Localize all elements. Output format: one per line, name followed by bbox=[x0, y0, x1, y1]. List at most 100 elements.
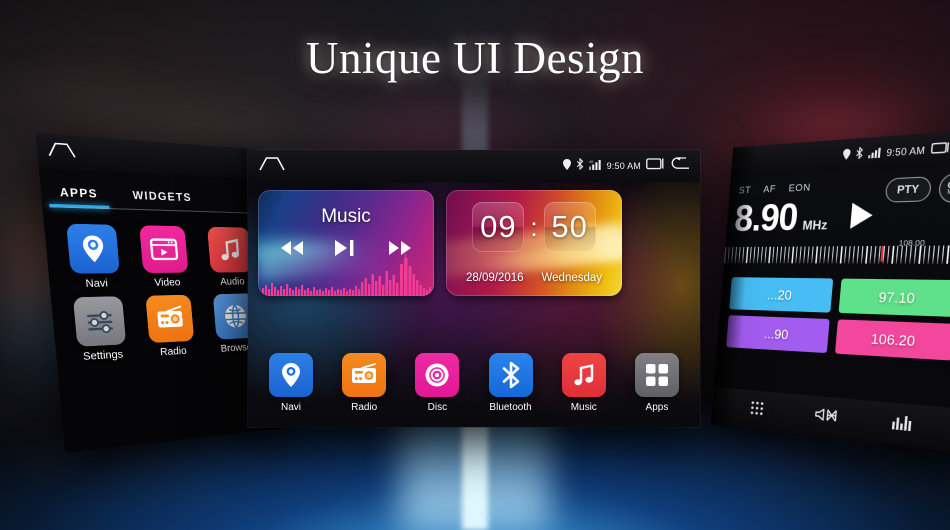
app-item-video[interactable]: Video bbox=[130, 225, 199, 289]
signal-bars-icon: 4G bbox=[588, 157, 602, 175]
clock-date: 28/09/2016 bbox=[465, 272, 524, 284]
scale-major-ticks bbox=[723, 245, 950, 264]
disc-icon bbox=[415, 353, 460, 397]
keypad-icon[interactable] bbox=[749, 399, 766, 422]
dock-label: Music bbox=[570, 402, 597, 413]
music-note-icon bbox=[561, 353, 606, 397]
home-icon[interactable] bbox=[258, 156, 286, 176]
home-body: Music 09: 50 28/09/2016 Wednesday Navi … bbox=[248, 182, 700, 427]
tab-widgets-label: WIDGETS bbox=[132, 189, 193, 205]
app-item-radio[interactable]: Radio bbox=[136, 294, 205, 360]
left-screen-app-drawer[interactable]: APPS WIDGETS Navi Video Audio Settings R… bbox=[35, 132, 283, 453]
location-pin-icon bbox=[269, 353, 313, 397]
preset-button[interactable]: ...90 bbox=[726, 315, 830, 354]
bluetooth-icon bbox=[854, 145, 863, 165]
pty-button[interactable]: PTY bbox=[884, 176, 933, 203]
dock-label: Radio bbox=[351, 402, 378, 413]
right-screen-radio[interactable]: 9:50 AM PTY CD MP3 ST AF EON 8.90 MHz 10… bbox=[710, 128, 950, 453]
music-widget-title: Music bbox=[321, 206, 371, 227]
location-pin-icon bbox=[562, 157, 571, 175]
preset-button[interactable]: 106.20 bbox=[834, 319, 950, 361]
cd-mp3-button[interactable]: CD MP3 bbox=[937, 171, 950, 204]
preset-grid: ...20 97.10 ...90 106.20 bbox=[717, 267, 950, 361]
dock-item-radio[interactable]: Radio bbox=[337, 353, 391, 427]
dock-item-apps[interactable]: Apps bbox=[630, 353, 684, 427]
app-label: Video bbox=[153, 276, 181, 290]
page-title: Unique UI Design bbox=[306, 33, 644, 83]
center-screen-home[interactable]: 4G 9:50 AM Music 09: 50 28/09/2016 Wedn… bbox=[248, 150, 700, 427]
music-widget[interactable]: Music bbox=[258, 190, 434, 296]
radio-body: PTY CD MP3 ST AF EON 8.90 MHz 108.00 ...… bbox=[710, 164, 950, 453]
frequency-value: 8.90 bbox=[733, 195, 800, 239]
bluetooth-icon bbox=[576, 157, 584, 175]
dock-label: Navi bbox=[280, 402, 301, 413]
app-label: Navi bbox=[85, 277, 109, 291]
clock-hours: 09 bbox=[480, 209, 517, 244]
preset-button[interactable]: ...20 bbox=[729, 277, 834, 313]
clock-widget[interactable]: 09 : 50 28/09/2016 Wednesday bbox=[446, 190, 622, 296]
equalizer-icon[interactable] bbox=[890, 412, 912, 437]
music-transport-controls bbox=[258, 238, 434, 263]
app-label: Settings bbox=[82, 348, 124, 364]
grid-apps-icon bbox=[634, 353, 679, 397]
tab-apps[interactable]: APPS bbox=[48, 185, 115, 209]
location-pin-icon bbox=[842, 145, 851, 165]
home-dock: Navi Radio Disc Bluetooth Music Apps bbox=[248, 347, 700, 427]
tuning-scale[interactable]: 108.00 bbox=[723, 238, 950, 268]
radio-icon bbox=[342, 353, 387, 397]
widgets-row: Music 09: 50 28/09/2016 Wednesday bbox=[248, 182, 700, 296]
rds-eon: EON bbox=[788, 181, 812, 195]
location-pin-icon bbox=[66, 223, 121, 274]
tab-widgets[interactable]: WIDGETS bbox=[113, 188, 207, 212]
fast-forward-icon[interactable] bbox=[386, 239, 414, 262]
play-pause-icon[interactable] bbox=[332, 238, 360, 263]
recents-icon[interactable] bbox=[646, 157, 665, 175]
home-icon[interactable] bbox=[46, 140, 78, 164]
signal-bars-icon bbox=[867, 143, 882, 164]
rds-st: ST bbox=[738, 184, 752, 197]
bluetooth-icon bbox=[488, 353, 533, 397]
clock-digits: 09 : 50 bbox=[446, 202, 622, 252]
dock-item-bluetooth[interactable]: Bluetooth bbox=[484, 353, 538, 427]
radio-icon bbox=[145, 294, 195, 344]
app-item-navi[interactable]: Navi bbox=[56, 223, 132, 290]
preset-value: ...20 bbox=[766, 286, 793, 303]
rds-af: AF bbox=[762, 183, 777, 196]
clock-meta: 28/09/2016 Wednesday bbox=[446, 272, 622, 284]
frequency-unit: MHz bbox=[801, 217, 829, 233]
clock-minutes: 50 bbox=[551, 209, 588, 244]
preset-value: 97.10 bbox=[877, 288, 916, 306]
right-status-icons: 9:50 AM bbox=[842, 137, 950, 166]
tab-apps-label: APPS bbox=[59, 185, 99, 202]
center-status-bar: 4G 9:50 AM bbox=[248, 150, 700, 182]
dock-label: Apps bbox=[645, 402, 669, 413]
clock-minutes-card: 50 bbox=[543, 202, 596, 252]
back-arrow-icon[interactable] bbox=[670, 157, 690, 175]
center-status-icons: 4G 9:50 AM bbox=[562, 157, 690, 175]
status-time: 9:50 AM bbox=[606, 161, 641, 171]
preset-button[interactable]: 97.10 bbox=[838, 278, 950, 317]
dock-label: Bluetooth bbox=[489, 402, 532, 413]
preset-value: ...90 bbox=[763, 325, 790, 342]
dock-item-disc[interactable]: Disc bbox=[410, 353, 464, 427]
dock-item-music[interactable]: Music bbox=[557, 353, 611, 427]
sliders-icon bbox=[73, 296, 127, 347]
svg-text:4G: 4G bbox=[589, 160, 594, 164]
app-label: Radio bbox=[159, 345, 188, 359]
rewind-icon[interactable] bbox=[278, 239, 306, 262]
clock-weekday: Wednesday bbox=[541, 272, 603, 284]
left-app-grid: Navi Video Audio Settings Radio Browser bbox=[42, 207, 276, 365]
radio-pill-row: PTY CD MP3 bbox=[884, 171, 950, 205]
dock-label: Disc bbox=[427, 402, 448, 413]
mute-speaker-icon[interactable] bbox=[813, 405, 837, 429]
app-item-settings[interactable]: Settings bbox=[63, 296, 138, 364]
music-note-icon bbox=[206, 226, 253, 273]
clock-separator: : bbox=[530, 211, 538, 242]
status-time: 9:50 AM bbox=[885, 144, 926, 159]
dock-item-navi[interactable]: Navi bbox=[264, 353, 318, 427]
screenshot-stage: Unique UI Design APPS WIDGETS Navi Video… bbox=[0, 0, 950, 530]
play-icon[interactable] bbox=[849, 202, 874, 229]
pty-label: PTY bbox=[896, 182, 920, 197]
clock-hours-card: 09 bbox=[472, 202, 525, 252]
recents-icon[interactable] bbox=[930, 138, 950, 160]
